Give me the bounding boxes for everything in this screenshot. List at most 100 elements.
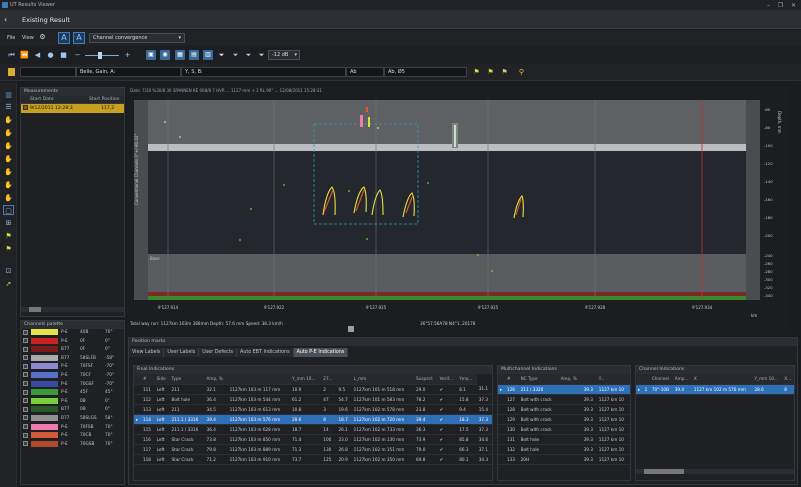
column-header[interactable]: Y_mm 10... [752,374,783,385]
zoom-slider-handle[interactable] [98,52,102,59]
view-menu[interactable]: View [22,35,34,41]
play-back-icon[interactable]: ◀ [33,51,42,60]
table-row[interactable]: 111 Left 211 32.1 1127km 103 m 117 mm 10.9 2 9.… [134,384,492,395]
column-header[interactable]: Suspect [414,374,438,385]
mark-2-icon[interactable]: ⚑ [3,244,14,254]
channel-checkbox[interactable] [23,415,28,421]
column-header[interactable]: Y... [596,374,630,385]
pin-icon[interactable]: ⚲ [517,68,526,77]
channel-row[interactable]: P-E 70FSF -70° [21,363,124,372]
zoom-in-icon[interactable]: + [123,51,132,60]
select-box-icon[interactable]: ▢ [3,205,14,215]
list-icon[interactable]: ☰ [3,102,14,112]
column-header[interactable]: # [140,374,155,385]
table-row[interactable]: ▸ 114 Left 211.1 / 3316 39.4 1127km 103 m 576… [134,414,492,425]
channel-b-icon[interactable]: A [73,32,85,44]
channel-checkbox[interactable] [23,372,28,378]
stop-icon[interactable]: ■ [59,51,68,60]
column-header[interactable]: Side [154,374,170,385]
column-header[interactable] [227,374,290,385]
cursor-icon[interactable]: ➚ [3,279,14,289]
chart-icon[interactable]: ▥ [203,50,213,60]
column-header[interactable]: Verif... [437,374,458,385]
channel-row[interactable]: P-E 0B 0° [21,397,124,407]
zoom-out-icon[interactable]: − [73,51,82,60]
table-row[interactable]: 113 Left 211 34.5 1127km 103 m 613 mm 10.8 3 19… [134,404,492,415]
measurement-row[interactable]: 9/12/2011 12:28:3 117,2 [21,104,124,113]
search-field-4[interactable]: Ab [346,67,384,77]
channel-scrollbar[interactable] [636,469,794,474]
channel-row[interactable]: P-E 40B 70° [21,329,124,338]
skip-start-icon[interactable]: ⏮ [7,51,16,60]
channel-checkbox[interactable] [23,338,28,344]
tab-user-defects[interactable]: User Defects [199,348,238,357]
channel-checkbox[interactable] [23,355,28,361]
table-icon[interactable]: ▤ [189,50,199,60]
filter-blue-icon[interactable]: ⏷ [231,51,240,60]
grid-icon[interactable]: ▦ [175,50,185,60]
hand-5-icon[interactable]: ✋ [3,167,14,177]
measurements-scrollbar[interactable] [21,307,124,312]
channel-row[interactable]: B77 0B 0° [21,406,124,415]
filter-icon[interactable]: ⏷ [217,51,226,60]
search-field-2[interactable]: Belle, Gain, A: [76,67,181,77]
table-row[interactable]: 118 Left Star Crack 71.2 1127km 103 m 910 mm… [134,454,492,465]
column-header[interactable]: Channel [649,374,673,385]
note-icon[interactable] [8,68,15,76]
table-row[interactable]: 116 Left Star Crack 73.8 1127km 103 m 850 mm… [134,434,492,445]
column-header[interactable]: Ymo... [457,374,477,385]
channel-checkbox[interactable] [23,398,28,404]
channel-checkbox[interactable] [23,329,28,335]
filter-off-icon[interactable]: ⏷ [257,51,266,60]
channel-row[interactable]: B77 0F 0° [21,346,124,355]
table-row[interactable]: 115 Left 211.1 / 3316 36.4 1127km 103 m 628 … [134,424,492,435]
channel-row[interactable]: P-E 70GSB 70° [21,440,124,450]
scroll-thumb[interactable] [29,307,41,312]
tab-view-labels[interactable]: View Labels [129,348,165,357]
channel-row[interactable]: P-E 70CF -70° [21,371,124,381]
hand-7-icon[interactable]: ✋ [3,193,14,203]
channel-a-icon[interactable]: A [58,32,70,44]
flag-add-icon[interactable]: ⚑ [486,68,495,77]
channel-row[interactable]: B77 58SLFB -58° [21,354,124,364]
column-header[interactable] [336,374,352,385]
plot-svg[interactable]: Conventional Channels 0°+/-80.02° Base D… [128,95,788,323]
table-row[interactable]: 133 20H 39.3 1127 km 10 [498,454,630,465]
crop-icon[interactable]: ⊡ [3,266,14,276]
column-header[interactable] [581,374,597,385]
channel-checkbox[interactable] [23,406,28,412]
layout-icon[interactable]: ▥ [3,90,14,100]
flag-remove-icon[interactable]: ⚑ [500,68,509,77]
row-checkbox[interactable] [23,105,28,110]
table-row[interactable]: 117 Left Star Crack 79.8 1127km 103 m 889 mm… [134,444,492,455]
hand-3-icon[interactable]: ✋ [3,141,14,151]
gear-icon[interactable]: ⚙ [38,33,47,42]
step-back-icon[interactable]: ⏪ [20,51,29,60]
channel-checkbox[interactable] [23,432,28,438]
channel-checkbox[interactable] [23,381,28,387]
search-field-3[interactable]: Y, S, B: [181,67,346,77]
column-header[interactable]: X... [782,374,794,385]
view-mode-select[interactable]: Channel convergence ▾ [89,33,185,43]
column-header[interactable]: NC Type [518,374,559,385]
table-row[interactable]: 129 Bolt with crack 39.3 1127 km 10 [498,414,630,425]
column-header[interactable]: Amp, % [204,374,228,385]
column-header[interactable]: 27... [321,374,337,385]
table-row[interactable]: 132 Bolt hole 39.3 1127 km 10 [498,444,630,455]
record-icon[interactable]: ● [46,51,55,60]
channel-row[interactable]: P-E 45F 45° [21,389,124,398]
hand-2-icon[interactable]: ✋ [3,128,14,138]
table-row[interactable]: ▸ 1 70°-10B 39.4 1127 km 102 m 576 mm 28.6 8 [636,384,794,395]
hand-6-icon[interactable]: ✋ [3,180,14,190]
table-row[interactable]: 112 Left Bolt hole 36.4 1127km 103 m 544 mm 6… [134,394,492,405]
close-button[interactable]: ✕ [789,1,798,10]
table-row[interactable]: 128 Bolt with crack 39.3 1127 km 10 [498,404,630,415]
filter-check-icon[interactable]: ⏷ [244,51,253,60]
table-row[interactable]: 127 Bolt with crack 39.3 1127 km 10 [498,394,630,405]
channel-checkbox[interactable] [23,363,28,369]
channel-row[interactable]: P-E 70FSB 70° [21,423,124,433]
column-header[interactable] [642,374,650,385]
zoom-slider[interactable] [85,55,119,56]
rail-icon[interactable]: ▣ [146,50,156,60]
zoom-region-icon[interactable]: ⊞ [3,218,14,228]
